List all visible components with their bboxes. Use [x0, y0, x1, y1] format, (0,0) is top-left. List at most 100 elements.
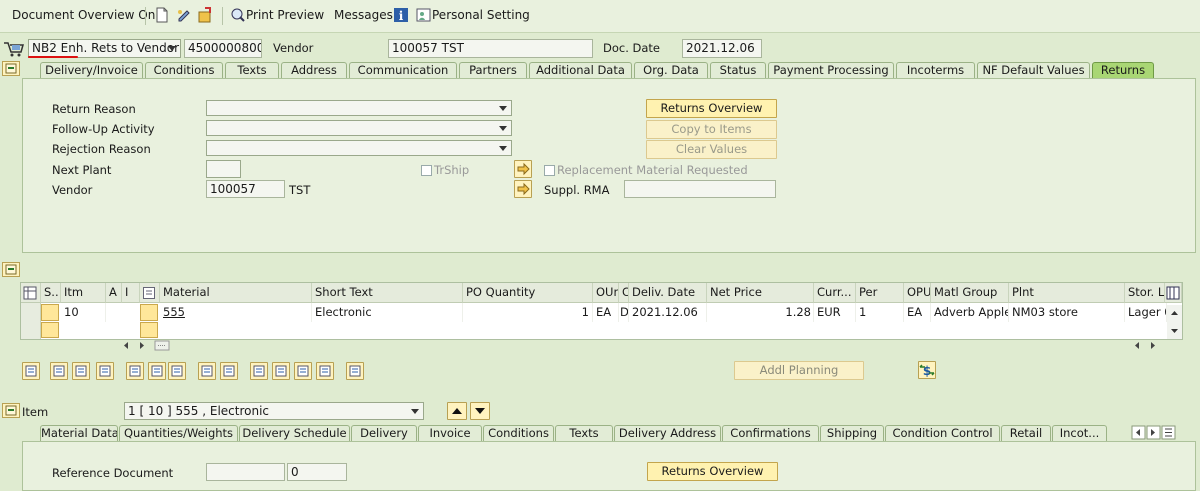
trash-icon[interactable]: [126, 362, 144, 380]
tab-additional-data[interactable]: Additional Data: [529, 62, 632, 78]
row-material-select[interactable]: [140, 322, 158, 338]
export-icon[interactable]: [346, 362, 364, 380]
reference-item-field[interactable]: 0: [287, 463, 347, 481]
collapse-item-detail-icon[interactable]: [2, 403, 20, 418]
print-preview-icon[interactable]: [230, 7, 246, 23]
collapse-items-icon[interactable]: [2, 262, 20, 277]
item-tab-delivery[interactable]: Delivery: [351, 425, 417, 441]
tab-conditions[interactable]: Conditions: [145, 62, 223, 78]
tab-returns[interactable]: Returns: [1092, 62, 1154, 78]
delete-row-icon[interactable]: [96, 362, 114, 380]
cell-matl-group[interactable]: Adverb Apple: [931, 303, 1009, 322]
row-status-cell[interactable]: [41, 322, 59, 338]
unlock-icon[interactable]: [168, 362, 186, 380]
col-header-stor-loc[interactable]: Stor. Lo: [1125, 283, 1165, 303]
reference-document-field[interactable]: [206, 463, 285, 481]
tab-partners[interactable]: Partners: [459, 62, 527, 78]
cell-short-text[interactable]: Electronic: [312, 303, 463, 322]
table-settings-icon[interactable]: [21, 283, 41, 303]
collapse-header-icon[interactable]: [2, 61, 20, 76]
right-scroll-control[interactable]: [1132, 339, 1160, 352]
col-header-short-text[interactable]: Short Text: [312, 283, 463, 303]
cell-per[interactable]: 1: [856, 303, 904, 322]
next-item-button[interactable]: [470, 402, 490, 420]
cell-opu[interactable]: EA: [904, 303, 931, 322]
next-plant-field[interactable]: [206, 160, 241, 178]
filter-icon[interactable]: [294, 362, 312, 380]
currency-conversion-icon[interactable]: $: [918, 361, 936, 379]
info-icon[interactable]: i: [393, 7, 409, 23]
item-tab-invoice[interactable]: Invoice: [418, 425, 482, 441]
new-document-icon[interactable]: [155, 7, 171, 23]
other-document-icon[interactable]: [197, 7, 213, 23]
tab-texts[interactable]: Texts: [225, 62, 279, 78]
item-tab-shipping[interactable]: Shipping: [820, 425, 884, 441]
deselect-all-icon[interactable]: [72, 362, 90, 380]
details-icon[interactable]: [22, 362, 40, 380]
messages-button[interactable]: Messages: [334, 8, 393, 22]
cell-stor-loc[interactable]: Lager 0: [1125, 303, 1167, 322]
cell-order-unit[interactable]: EA: [593, 303, 619, 322]
tab-delivery-invoice[interactable]: Delivery/Invoice: [40, 62, 143, 78]
addl-planning-button[interactable]: Addl Planning: [734, 361, 864, 380]
cart-icon[interactable]: [2, 40, 26, 58]
paste-icon[interactable]: [220, 362, 238, 380]
col-header-delivery-date[interactable]: Deliv. Date: [629, 283, 707, 303]
item-tab-texts[interactable]: Texts: [555, 425, 613, 441]
col-header-account[interactable]: A: [106, 283, 122, 303]
tab-status[interactable]: Status: [710, 62, 766, 78]
sort-ascending-icon[interactable]: [250, 362, 268, 380]
copy-icon[interactable]: [198, 362, 216, 380]
item-tab-condition-control[interactable]: Condition Control: [885, 425, 1000, 441]
cell-net-price[interactable]: 1.28: [707, 303, 814, 322]
next-plant-arrow-icon[interactable]: [514, 160, 532, 178]
col-header-opu[interactable]: OPU: [904, 283, 931, 303]
item-tab-quantities-weights[interactable]: Quantities/Weights: [119, 425, 238, 441]
doc-date-field[interactable]: 2021.12.06: [682, 39, 762, 58]
tab-org-data[interactable]: Org. Data: [634, 62, 708, 78]
previous-item-button[interactable]: [447, 402, 467, 420]
col-header-net-price[interactable]: Net Price: [707, 283, 814, 303]
tab-incoterms[interactable]: Incoterms: [896, 62, 975, 78]
item-tab-delivery-address[interactable]: Delivery Address: [614, 425, 721, 441]
item-tab-conditions[interactable]: Conditions: [483, 425, 554, 441]
row-selector[interactable]: [21, 303, 41, 322]
print-preview-button[interactable]: Print Preview: [246, 8, 324, 22]
returns-overview-button[interactable]: Returns Overview: [646, 99, 777, 118]
col-header-c[interactable]: C: [619, 283, 629, 303]
cell-po-quantity[interactable]: 1: [463, 303, 593, 322]
item-tab-confirmations[interactable]: Confirmations: [722, 425, 819, 441]
row-selector[interactable]: [21, 322, 41, 339]
row-status-cell[interactable]: [41, 304, 59, 321]
item-tab-retail[interactable]: Retail: [1001, 425, 1051, 441]
display-change-icon[interactable]: [176, 7, 192, 23]
tab-scroll-buttons[interactable]: [1131, 425, 1181, 440]
column-config-icon[interactable]: [1165, 283, 1182, 303]
vertical-scrollbar[interactable]: [1167, 305, 1182, 339]
returns-vendor-field[interactable]: 100057: [206, 180, 285, 198]
cell-item[interactable]: 10: [61, 303, 106, 322]
col-header-per[interactable]: Per: [856, 283, 904, 303]
document-overview-button[interactable]: Document Overview On: [12, 8, 155, 22]
col-header-plant[interactable]: Plnt: [1009, 283, 1125, 303]
item-tab-delivery-schedule[interactable]: Delivery Schedule: [239, 425, 350, 441]
return-reason-dropdown[interactable]: [206, 100, 512, 116]
personal-setting-button[interactable]: Personal Setting: [432, 8, 530, 22]
col-header-currency[interactable]: Curr...: [814, 283, 856, 303]
item-tab-incot[interactable]: Incot...: [1052, 425, 1107, 441]
rejection-reason-dropdown[interactable]: [206, 140, 512, 156]
vendor-field[interactable]: 100057 TST: [388, 39, 593, 58]
col-header-order-unit[interactable]: OUn: [593, 283, 619, 303]
col-header-item[interactable]: Itm: [61, 283, 106, 303]
item-returns-overview-button[interactable]: Returns Overview: [647, 462, 778, 481]
cell-currency[interactable]: EUR: [814, 303, 856, 322]
filter-options-icon[interactable]: [316, 362, 334, 380]
cell-plant[interactable]: NM03 store: [1009, 303, 1125, 322]
copy-to-items-button[interactable]: Copy to Items: [646, 120, 777, 139]
material-search-icon[interactable]: [140, 283, 160, 303]
item-selector-dropdown[interactable]: 1 [ 10 ] 555 , Electronic: [124, 402, 424, 420]
sort-descending-icon[interactable]: [272, 362, 290, 380]
tab-nf-default-values[interactable]: NF Default Values: [977, 62, 1090, 78]
clear-values-button[interactable]: Clear Values: [646, 140, 777, 159]
replacement-material-checkbox[interactable]: [544, 165, 555, 176]
